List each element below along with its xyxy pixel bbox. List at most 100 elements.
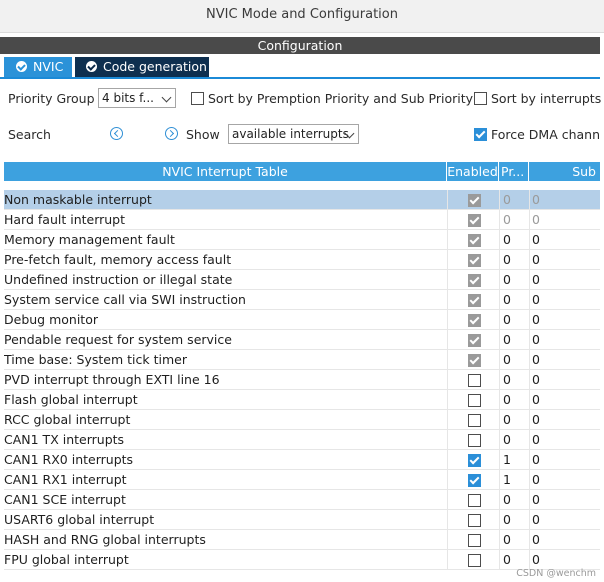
sub-priority-cell[interactable]: 0 bbox=[529, 270, 600, 289]
table-row[interactable]: PVD interrupt through EXTI line 16 0 0 bbox=[4, 370, 600, 390]
priority-cell[interactable]: 0 bbox=[499, 330, 529, 349]
priority-cell[interactable]: 0 bbox=[499, 230, 529, 249]
priority-cell[interactable]: 0 bbox=[499, 210, 529, 229]
sub-priority-cell[interactable]: 0 bbox=[529, 390, 600, 409]
priority-cell[interactable]: 0 bbox=[499, 190, 529, 209]
sub-priority-cell[interactable]: 0 bbox=[529, 370, 600, 389]
enabled-checkbox[interactable] bbox=[468, 354, 481, 367]
priority-cell[interactable]: 0 bbox=[499, 430, 529, 449]
search-previous-icon[interactable] bbox=[110, 127, 123, 140]
priority-cell[interactable]: 0 bbox=[499, 250, 529, 269]
sub-priority-cell[interactable]: 0 bbox=[529, 510, 600, 529]
sub-priority-cell[interactable]: 0 bbox=[529, 550, 600, 569]
column-header-sub[interactable]: Sub bbox=[529, 162, 600, 181]
enabled-checkbox[interactable] bbox=[468, 434, 481, 447]
enabled-cell bbox=[447, 350, 500, 369]
priority-cell[interactable]: 1 bbox=[499, 450, 529, 469]
priority-group-select[interactable]: 4 bits f... bbox=[98, 88, 176, 108]
table-row[interactable]: CAN1 RX0 interrupts 1 0 bbox=[4, 450, 600, 470]
table-row[interactable]: HASH and RNG global interrupts 0 0 bbox=[4, 530, 600, 550]
table-row[interactable]: Debug monitor 0 0 bbox=[4, 310, 600, 330]
priority-cell[interactable]: 0 bbox=[499, 270, 529, 289]
sub-priority-cell[interactable]: 0 bbox=[529, 410, 600, 429]
enabled-cell bbox=[447, 430, 500, 449]
search-next-icon[interactable] bbox=[165, 127, 178, 140]
column-header-enabled[interactable]: Enabled bbox=[447, 162, 499, 181]
enabled-checkbox[interactable] bbox=[468, 474, 481, 487]
enabled-checkbox[interactable] bbox=[468, 314, 481, 327]
force-dma-label: Force DMA chann bbox=[491, 127, 601, 142]
priority-cell[interactable]: 0 bbox=[499, 350, 529, 369]
sort-interrupts-checkbox[interactable] bbox=[474, 92, 487, 105]
enabled-checkbox[interactable] bbox=[468, 414, 481, 427]
sub-priority-cell[interactable]: 0 bbox=[529, 250, 600, 269]
sub-priority-cell[interactable]: 0 bbox=[529, 490, 600, 509]
enabled-checkbox[interactable] bbox=[468, 454, 481, 467]
enabled-checkbox[interactable] bbox=[468, 494, 481, 507]
sub-priority-cell[interactable]: 0 bbox=[529, 350, 600, 369]
sub-priority-cell[interactable]: 0 bbox=[529, 470, 600, 489]
priority-cell[interactable]: 0 bbox=[499, 370, 529, 389]
table-row[interactable]: Hard fault interrupt 0 0 bbox=[4, 210, 600, 230]
table-row[interactable]: RCC global interrupt 0 0 bbox=[4, 410, 600, 430]
sort-preemption-checkbox[interactable] bbox=[191, 92, 204, 105]
table-row[interactable]: Pendable request for system service 0 0 bbox=[4, 330, 600, 350]
priority-cell[interactable]: 0 bbox=[499, 490, 529, 509]
enabled-checkbox[interactable] bbox=[468, 214, 481, 227]
priority-cell[interactable]: 0 bbox=[499, 410, 529, 429]
check-circle-icon bbox=[86, 61, 97, 72]
enabled-checkbox[interactable] bbox=[468, 234, 481, 247]
enabled-checkbox[interactable] bbox=[468, 254, 481, 267]
enabled-cell bbox=[447, 530, 500, 549]
table-row[interactable]: FPU global interrupt 0 0 bbox=[4, 550, 600, 570]
table-row[interactable]: CAN1 TX interrupts 0 0 bbox=[4, 430, 600, 450]
table-row[interactable]: Non maskable interrupt 0 0 bbox=[4, 190, 600, 210]
table-row[interactable]: CAN1 RX1 interrupt 1 0 bbox=[4, 470, 600, 490]
priority-cell[interactable]: 0 bbox=[499, 550, 529, 569]
interrupt-name: Pendable request for system service bbox=[4, 332, 232, 347]
force-dma-checkbox[interactable] bbox=[474, 128, 487, 141]
enabled-cell bbox=[447, 310, 500, 329]
column-header-name[interactable]: NVIC Interrupt Table bbox=[4, 162, 447, 181]
sub-priority-cell[interactable]: 0 bbox=[529, 330, 600, 349]
sub-priority-cell[interactable]: 0 bbox=[529, 530, 600, 549]
sub-priority-cell[interactable]: 0 bbox=[529, 430, 600, 449]
table-row[interactable]: Time base: System tick timer 0 0 bbox=[4, 350, 600, 370]
enabled-checkbox[interactable] bbox=[468, 554, 481, 567]
enabled-checkbox[interactable] bbox=[468, 534, 481, 547]
sub-priority-cell[interactable]: 0 bbox=[529, 230, 600, 249]
table-row[interactable]: Flash global interrupt 0 0 bbox=[4, 390, 600, 410]
enabled-checkbox[interactable] bbox=[468, 334, 481, 347]
enabled-checkbox[interactable] bbox=[468, 394, 481, 407]
show-label: Show bbox=[186, 127, 220, 142]
column-header-priority[interactable]: Pr... bbox=[499, 162, 529, 181]
sub-priority-cell[interactable]: 0 bbox=[529, 450, 600, 469]
table-row[interactable]: Pre-fetch fault, memory access fault 0 0 bbox=[4, 250, 600, 270]
priority-cell[interactable]: 0 bbox=[499, 530, 529, 549]
interrupt-name: RCC global interrupt bbox=[4, 412, 131, 427]
table-row[interactable]: CAN1 SCE interrupt 0 0 bbox=[4, 490, 600, 510]
tab-strip: NVIC Code generation bbox=[0, 54, 600, 79]
enabled-checkbox[interactable] bbox=[468, 374, 481, 387]
sub-priority-cell[interactable]: 0 bbox=[529, 310, 600, 329]
table-row[interactable]: USART6 global interrupt 0 0 bbox=[4, 510, 600, 530]
table-row[interactable]: Memory management fault 0 0 bbox=[4, 230, 600, 250]
priority-cell[interactable]: 0 bbox=[499, 290, 529, 309]
enabled-checkbox[interactable] bbox=[468, 194, 481, 207]
tab-nvic[interactable]: NVIC bbox=[4, 57, 72, 77]
sub-priority-cell[interactable]: 0 bbox=[529, 210, 600, 229]
table-row[interactable]: System service call via SWI instruction … bbox=[4, 290, 600, 310]
enabled-cell bbox=[447, 330, 500, 349]
sub-priority-cell[interactable]: 0 bbox=[529, 190, 600, 209]
priority-cell[interactable]: 1 bbox=[499, 470, 529, 489]
priority-cell[interactable]: 0 bbox=[499, 510, 529, 529]
tab-code-generation[interactable]: Code generation bbox=[75, 57, 209, 77]
priority-cell[interactable]: 0 bbox=[499, 310, 529, 329]
enabled-checkbox[interactable] bbox=[468, 274, 481, 287]
enabled-checkbox[interactable] bbox=[468, 294, 481, 307]
table-row[interactable]: Undefined instruction or illegal state 0… bbox=[4, 270, 600, 290]
enabled-checkbox[interactable] bbox=[468, 514, 481, 527]
show-select[interactable]: available interrupts bbox=[228, 124, 359, 144]
sub-priority-cell[interactable]: 0 bbox=[529, 290, 600, 309]
priority-cell[interactable]: 0 bbox=[499, 390, 529, 409]
